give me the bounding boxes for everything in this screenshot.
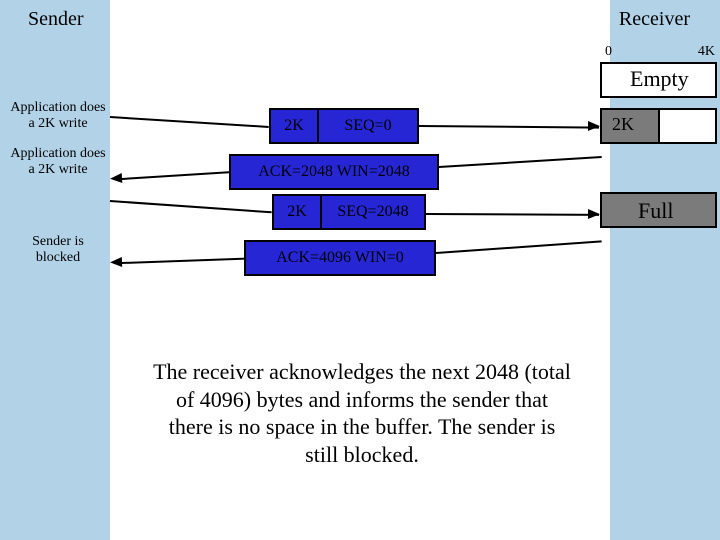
arrow-seq2048-left xyxy=(110,200,272,213)
arrow-ack1-left xyxy=(122,171,231,180)
arrow-seq0-right xyxy=(419,125,599,129)
sender-event-2: Application does a 2K write xyxy=(8,146,108,178)
buffer-state-half-label: 2K xyxy=(612,114,634,135)
segment-seq0-size: 2K xyxy=(271,110,319,142)
arrow-ack1-right xyxy=(439,156,602,168)
segment-seq2048-header: SEQ=2048 xyxy=(322,196,424,228)
sender-event-1: Application does a 2K write xyxy=(8,100,108,132)
ack-2048: ACK=2048 WIN=2048 xyxy=(229,154,439,190)
sender-column xyxy=(0,0,110,540)
segment-seq2048: 2K SEQ=2048 xyxy=(272,194,426,230)
receiver-title: Receiver xyxy=(619,8,690,31)
segment-seq0: 2K SEQ=0 xyxy=(269,108,419,144)
arrow-seq0-head xyxy=(588,121,600,131)
explanation-text: The receiver acknowledges the next 2048 … xyxy=(152,358,572,468)
buffer-state-full-label: Full xyxy=(638,198,673,224)
arrow-ack1-head xyxy=(110,173,123,184)
segment-seq0-header: SEQ=0 xyxy=(319,110,417,142)
sender-event-3: Sender is blocked xyxy=(18,234,98,266)
buffer-state-empty-label: Empty xyxy=(630,66,689,92)
arrow-ack2-head xyxy=(110,257,122,267)
arrow-ack2-right xyxy=(436,240,602,254)
buffer-axis-start: 0 xyxy=(605,44,612,60)
arrow-seq2048-head xyxy=(588,209,600,219)
ack-4096: ACK=4096 WIN=0 xyxy=(244,240,436,276)
arrow-seq2048-right xyxy=(426,213,599,216)
segment-seq2048-size: 2K xyxy=(274,196,322,228)
arrow-ack2-left xyxy=(122,258,246,264)
arrow-seq0-left xyxy=(110,116,269,128)
buffer-axis-end: 4K xyxy=(698,44,715,60)
sender-title: Sender xyxy=(28,8,84,31)
